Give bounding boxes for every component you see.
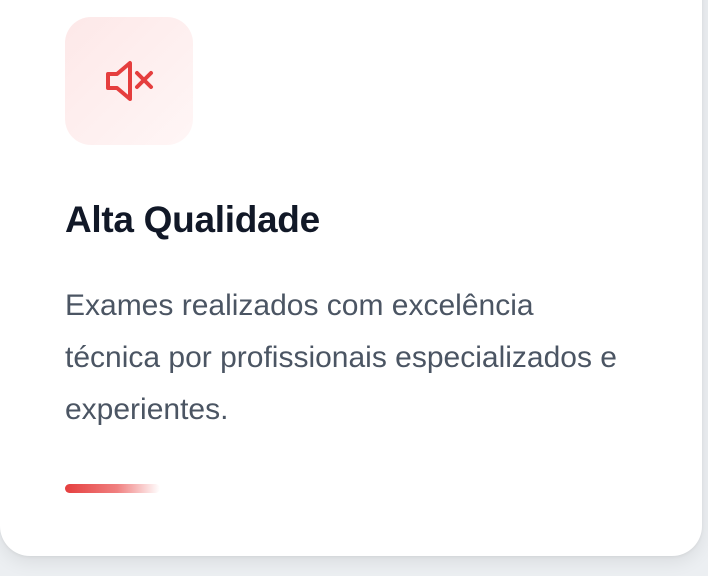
speaker-muted-icon (106, 61, 153, 101)
icon-container (65, 17, 193, 145)
card-title: Alta Qualidade (65, 199, 320, 240)
card-description: Exames realizados com excelência técnica… (65, 289, 617, 426)
accent-bar (65, 484, 160, 493)
feature-card: Alta Qualidade Exames realizados com exc… (0, 0, 702, 556)
